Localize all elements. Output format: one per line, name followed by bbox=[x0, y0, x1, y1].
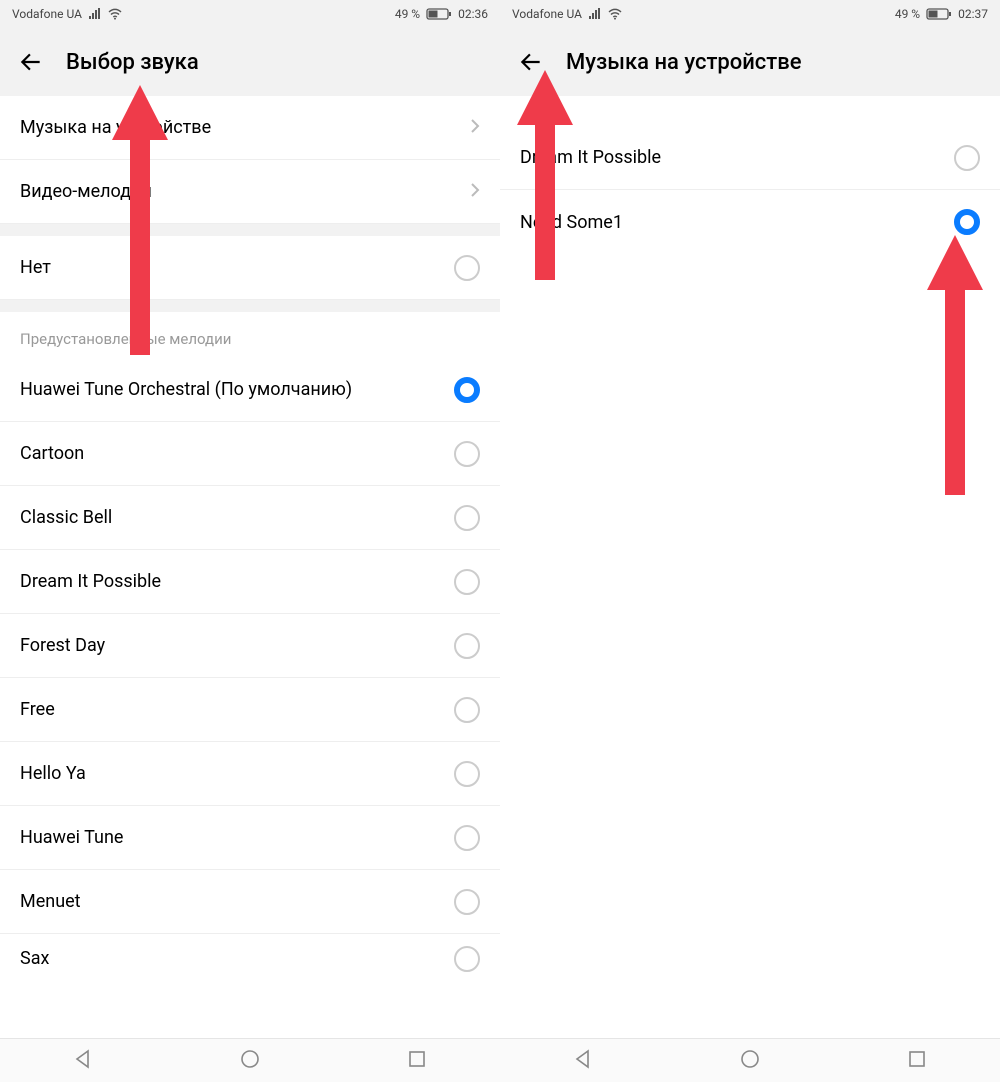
ringtone-row[interactable]: Sax bbox=[0, 934, 500, 974]
nav-bar bbox=[500, 1038, 1000, 1082]
status-bar: Vodafone UA 49 % 02:37 bbox=[500, 0, 1000, 28]
battery-percent: 49 % bbox=[895, 7, 920, 21]
battery-icon bbox=[426, 7, 452, 21]
nav-home-button[interactable] bbox=[239, 1048, 261, 1074]
ringtone-row[interactable]: Classic Bell bbox=[0, 486, 500, 550]
track-label: Need Some1 bbox=[520, 212, 623, 233]
ringtone-label: Forest Day bbox=[20, 635, 105, 656]
nav-bar bbox=[0, 1038, 500, 1082]
nav-item-video-melodies[interactable]: Видео-мелодии bbox=[0, 160, 500, 224]
radio-unselected-icon bbox=[454, 761, 480, 787]
ringtone-row[interactable]: Dream It Possible bbox=[0, 550, 500, 614]
page-title: Выбор звука bbox=[66, 50, 199, 75]
page-title: Музыка на устройстве bbox=[566, 50, 802, 75]
ringtone-row[interactable]: Hello Ya bbox=[0, 742, 500, 806]
signal-icon bbox=[588, 7, 602, 21]
nav-item-label: Музыка на устройстве bbox=[20, 117, 211, 138]
ringtone-label: Free bbox=[20, 699, 55, 720]
ringtone-label: Hello Ya bbox=[20, 763, 86, 784]
nav-recent-button[interactable] bbox=[906, 1048, 928, 1074]
radio-selected-icon bbox=[454, 377, 480, 403]
chevron-right-icon bbox=[470, 118, 480, 138]
page-header: Выбор звука bbox=[0, 28, 500, 96]
radio-unselected-icon bbox=[454, 255, 480, 281]
screen-sound-selection: Vodafone UA 49 % 02:36 Выбор звука Музык… bbox=[0, 0, 500, 1082]
ringtone-row[interactable]: Forest Day bbox=[0, 614, 500, 678]
nav-back-button[interactable] bbox=[72, 1048, 94, 1074]
section-spacer bbox=[0, 224, 500, 236]
radio-unselected-icon bbox=[454, 505, 480, 531]
nav-item-label: Видео-мелодии bbox=[20, 181, 152, 202]
nav-recent-button[interactable] bbox=[406, 1048, 428, 1074]
radio-unselected-icon bbox=[454, 825, 480, 851]
section-spacer bbox=[0, 300, 500, 312]
radio-unselected-icon bbox=[454, 633, 480, 659]
radio-unselected-icon bbox=[954, 145, 980, 171]
radio-selected-icon bbox=[954, 209, 980, 235]
battery-percent: 49 % bbox=[395, 7, 420, 21]
signal-icon bbox=[88, 7, 102, 21]
page-header: Музыка на устройстве bbox=[500, 28, 1000, 96]
ringtone-row[interactable]: Huawei Tune bbox=[0, 806, 500, 870]
ringtone-row[interactable]: Free bbox=[0, 678, 500, 742]
ringtone-row[interactable]: Menuet bbox=[0, 870, 500, 934]
ringtone-label: Huawei Tune Orchestral (По умолчанию) bbox=[20, 379, 352, 400]
ringtone-label: Sax bbox=[20, 948, 49, 969]
ringtone-label: Cartoon bbox=[20, 443, 84, 464]
back-button[interactable] bbox=[518, 49, 544, 75]
battery-icon bbox=[926, 7, 952, 21]
track-label: Dream It Possible bbox=[520, 147, 661, 168]
radio-unselected-icon bbox=[454, 441, 480, 467]
track-row[interactable]: Need Some1 bbox=[500, 190, 1000, 254]
ringtone-label: Dream It Possible bbox=[20, 571, 161, 592]
content-area: Dream It Possible Need Some1 bbox=[500, 96, 1000, 1038]
chevron-right-icon bbox=[470, 182, 480, 202]
status-bar: Vodafone UA 49 % 02:36 bbox=[0, 0, 500, 28]
nav-back-button[interactable] bbox=[572, 1048, 594, 1074]
carrier-label: Vodafone UA bbox=[512, 7, 582, 21]
screen-music-on-device: Vodafone UA 49 % 02:37 Музыка на устройс… bbox=[500, 0, 1000, 1082]
section-header-preinstalled: Предустановленные мелодии bbox=[0, 312, 500, 358]
option-label: Нет bbox=[20, 257, 51, 278]
wifi-icon bbox=[108, 7, 122, 21]
radio-unselected-icon bbox=[454, 569, 480, 595]
ringtone-row[interactable]: Cartoon bbox=[0, 422, 500, 486]
content-area: Музыка на устройстве Видео-мелодии Нет П… bbox=[0, 96, 500, 1038]
back-button[interactable] bbox=[18, 49, 44, 75]
nav-item-music-on-device[interactable]: Музыка на устройстве bbox=[0, 96, 500, 160]
ringtone-label: Classic Bell bbox=[20, 507, 112, 528]
carrier-label: Vodafone UA bbox=[12, 7, 82, 21]
option-none[interactable]: Нет bbox=[0, 236, 500, 300]
ringtone-row[interactable]: Huawei Tune Orchestral (По умолчанию) bbox=[0, 358, 500, 422]
clock: 02:37 bbox=[958, 7, 988, 21]
radio-unselected-icon bbox=[454, 889, 480, 915]
ringtone-label: Huawei Tune bbox=[20, 827, 123, 848]
nav-home-button[interactable] bbox=[739, 1048, 761, 1074]
ringtone-label: Menuet bbox=[20, 891, 81, 912]
radio-unselected-icon bbox=[454, 697, 480, 723]
clock: 02:36 bbox=[458, 7, 488, 21]
track-row[interactable]: Dream It Possible bbox=[500, 126, 1000, 190]
wifi-icon bbox=[608, 7, 622, 21]
radio-unselected-icon bbox=[454, 946, 480, 972]
